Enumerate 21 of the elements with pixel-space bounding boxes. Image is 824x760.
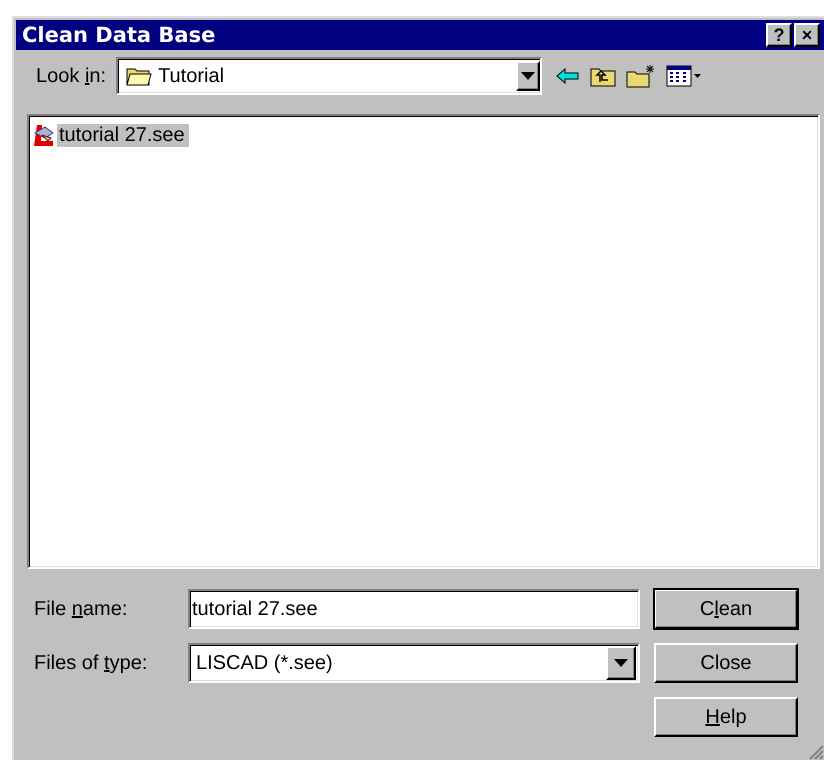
file-type-dropdown[interactable]: LISCAD (*.see) — [188, 643, 640, 683]
window-title: Clean Data Base — [22, 23, 216, 47]
dialog-button[interactable]: Clean — [654, 589, 798, 629]
new-folder-icon[interactable] — [626, 64, 656, 88]
file-name-label: File name: — [34, 598, 128, 620]
title-bar-button[interactable]: ? — [766, 23, 792, 47]
file-name-field[interactable]: tutorial 27.see — [188, 589, 640, 629]
file-type-label: Files of type: — [34, 652, 148, 674]
folder-icon — [126, 66, 152, 86]
file-icon — [33, 123, 55, 147]
dialog-button[interactable]: Help — [654, 697, 798, 737]
file-item[interactable]: tutorial 27.see — [57, 124, 189, 146]
dropdown-arrow-icon — [614, 659, 628, 667]
dialog-button[interactable]: Close — [654, 643, 798, 683]
look-in-label: Look in: — [36, 64, 106, 88]
dropdown-arrow-icon — [521, 72, 536, 80]
look-in-value: Tutorial — [158, 64, 224, 88]
look-in-dropdown[interactable]: Tutorial — [116, 57, 542, 95]
back-arrow-icon[interactable] — [556, 67, 580, 85]
title-bar-button[interactable]: × — [794, 23, 820, 47]
view-menu-icon[interactable] — [666, 65, 702, 87]
